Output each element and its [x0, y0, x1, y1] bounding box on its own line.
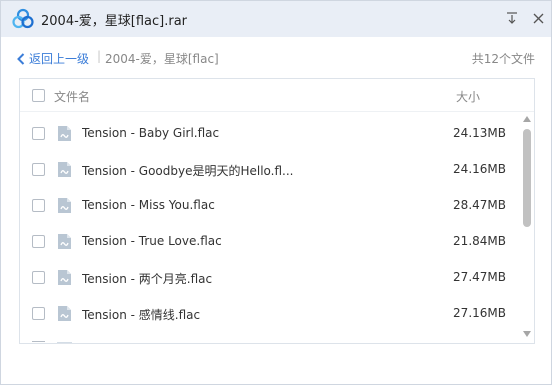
file-size: 28.47MB: [453, 198, 506, 212]
row-checkbox[interactable]: [32, 235, 45, 248]
row-checkbox[interactable]: [32, 271, 45, 284]
row-checkbox[interactable]: [32, 127, 45, 140]
row-checkbox[interactable]: [32, 163, 45, 176]
file-name: Tension - Goodbye是明天的Hello.fl...: [82, 164, 294, 178]
scroll-down-icon[interactable]: [523, 331, 531, 337]
file-size: 21.84MB: [453, 234, 506, 248]
chevron-left-icon: [17, 52, 25, 65]
row-checkbox-partial: [32, 341, 45, 343]
row-checkbox[interactable]: [32, 307, 45, 320]
file-name: Tension - 两个月亮.flac: [82, 272, 213, 286]
breadcrumb: 2004-爱，星球[flac]: [105, 52, 219, 66]
list-item[interactable]: Tension - True Love.flac 21.84MB: [20, 224, 520, 260]
audio-file-icon: [58, 198, 71, 213]
file-size: 24.13MB: [453, 126, 506, 140]
list-item[interactable]: Tension - Baby Girl.flac 24.13MB: [20, 116, 520, 152]
file-name: Tension - Baby Girl.flac: [82, 126, 220, 140]
list-item[interactable]: Tension - 感情线.flac 27.16MB: [20, 296, 520, 332]
file-name: Tension - Miss You.flac: [82, 198, 215, 212]
file-name: Tension - True Love.flac: [82, 234, 222, 248]
audio-file-icon: [58, 306, 71, 321]
scroll-up-icon[interactable]: [523, 116, 531, 122]
cloud-logo-icon: [12, 8, 34, 29]
scrollbar-thumb[interactable]: [523, 129, 531, 227]
audio-file-icon-partial: [57, 342, 72, 343]
column-header-name: 文件名: [54, 90, 91, 104]
audio-file-icon: [58, 234, 71, 249]
audio-file-icon: [58, 270, 71, 285]
back-label: 返回上一级: [29, 52, 90, 66]
file-size: 27.16MB: [453, 306, 506, 320]
window-title: 2004-爱，星球[flac].rar: [41, 14, 188, 29]
back-link[interactable]: 返回上一级: [17, 50, 89, 67]
minimize-icon: [507, 12, 517, 24]
archive-preview-window: 2004-爱，星球[flac].rar 返回上一级 | 2004-爱，星球[fl…: [0, 0, 552, 385]
file-list: 文件名 大小 Tension - Baby Girl.flac 24.13MB …: [19, 78, 535, 344]
navigation-bar: 返回上一级 | 2004-爱，星球[flac] 共12个文件: [1, 37, 551, 77]
minimize-button[interactable]: [499, 1, 525, 35]
file-name: Tension - 感情线.flac: [82, 308, 201, 322]
vertical-scrollbar[interactable]: [520, 113, 534, 343]
audio-file-icon: [58, 162, 71, 177]
file-size: 27.47MB: [453, 270, 506, 284]
row-checkbox[interactable]: [32, 199, 45, 212]
column-header-size: 大小: [456, 90, 481, 104]
select-all-checkbox[interactable]: [32, 89, 45, 102]
file-size: 24.16MB: [453, 162, 506, 176]
list-item[interactable]: Tension - Goodbye是明天的Hello.fl... 24.16MB: [20, 152, 520, 188]
audio-file-icon: [58, 126, 71, 141]
breadcrumb-separator: |: [97, 49, 102, 63]
list-item[interactable]: Tension - Miss You.flac 28.47MB: [20, 188, 520, 224]
list-header: 文件名 大小: [20, 79, 534, 112]
close-icon: [533, 13, 543, 23]
list-item[interactable]: Tension - 两个月亮.flac 27.47MB: [20, 260, 520, 296]
file-count: 共12个文件: [471, 52, 535, 66]
close-button[interactable]: [525, 1, 551, 35]
title-bar: 2004-爱，星球[flac].rar: [1, 1, 551, 37]
